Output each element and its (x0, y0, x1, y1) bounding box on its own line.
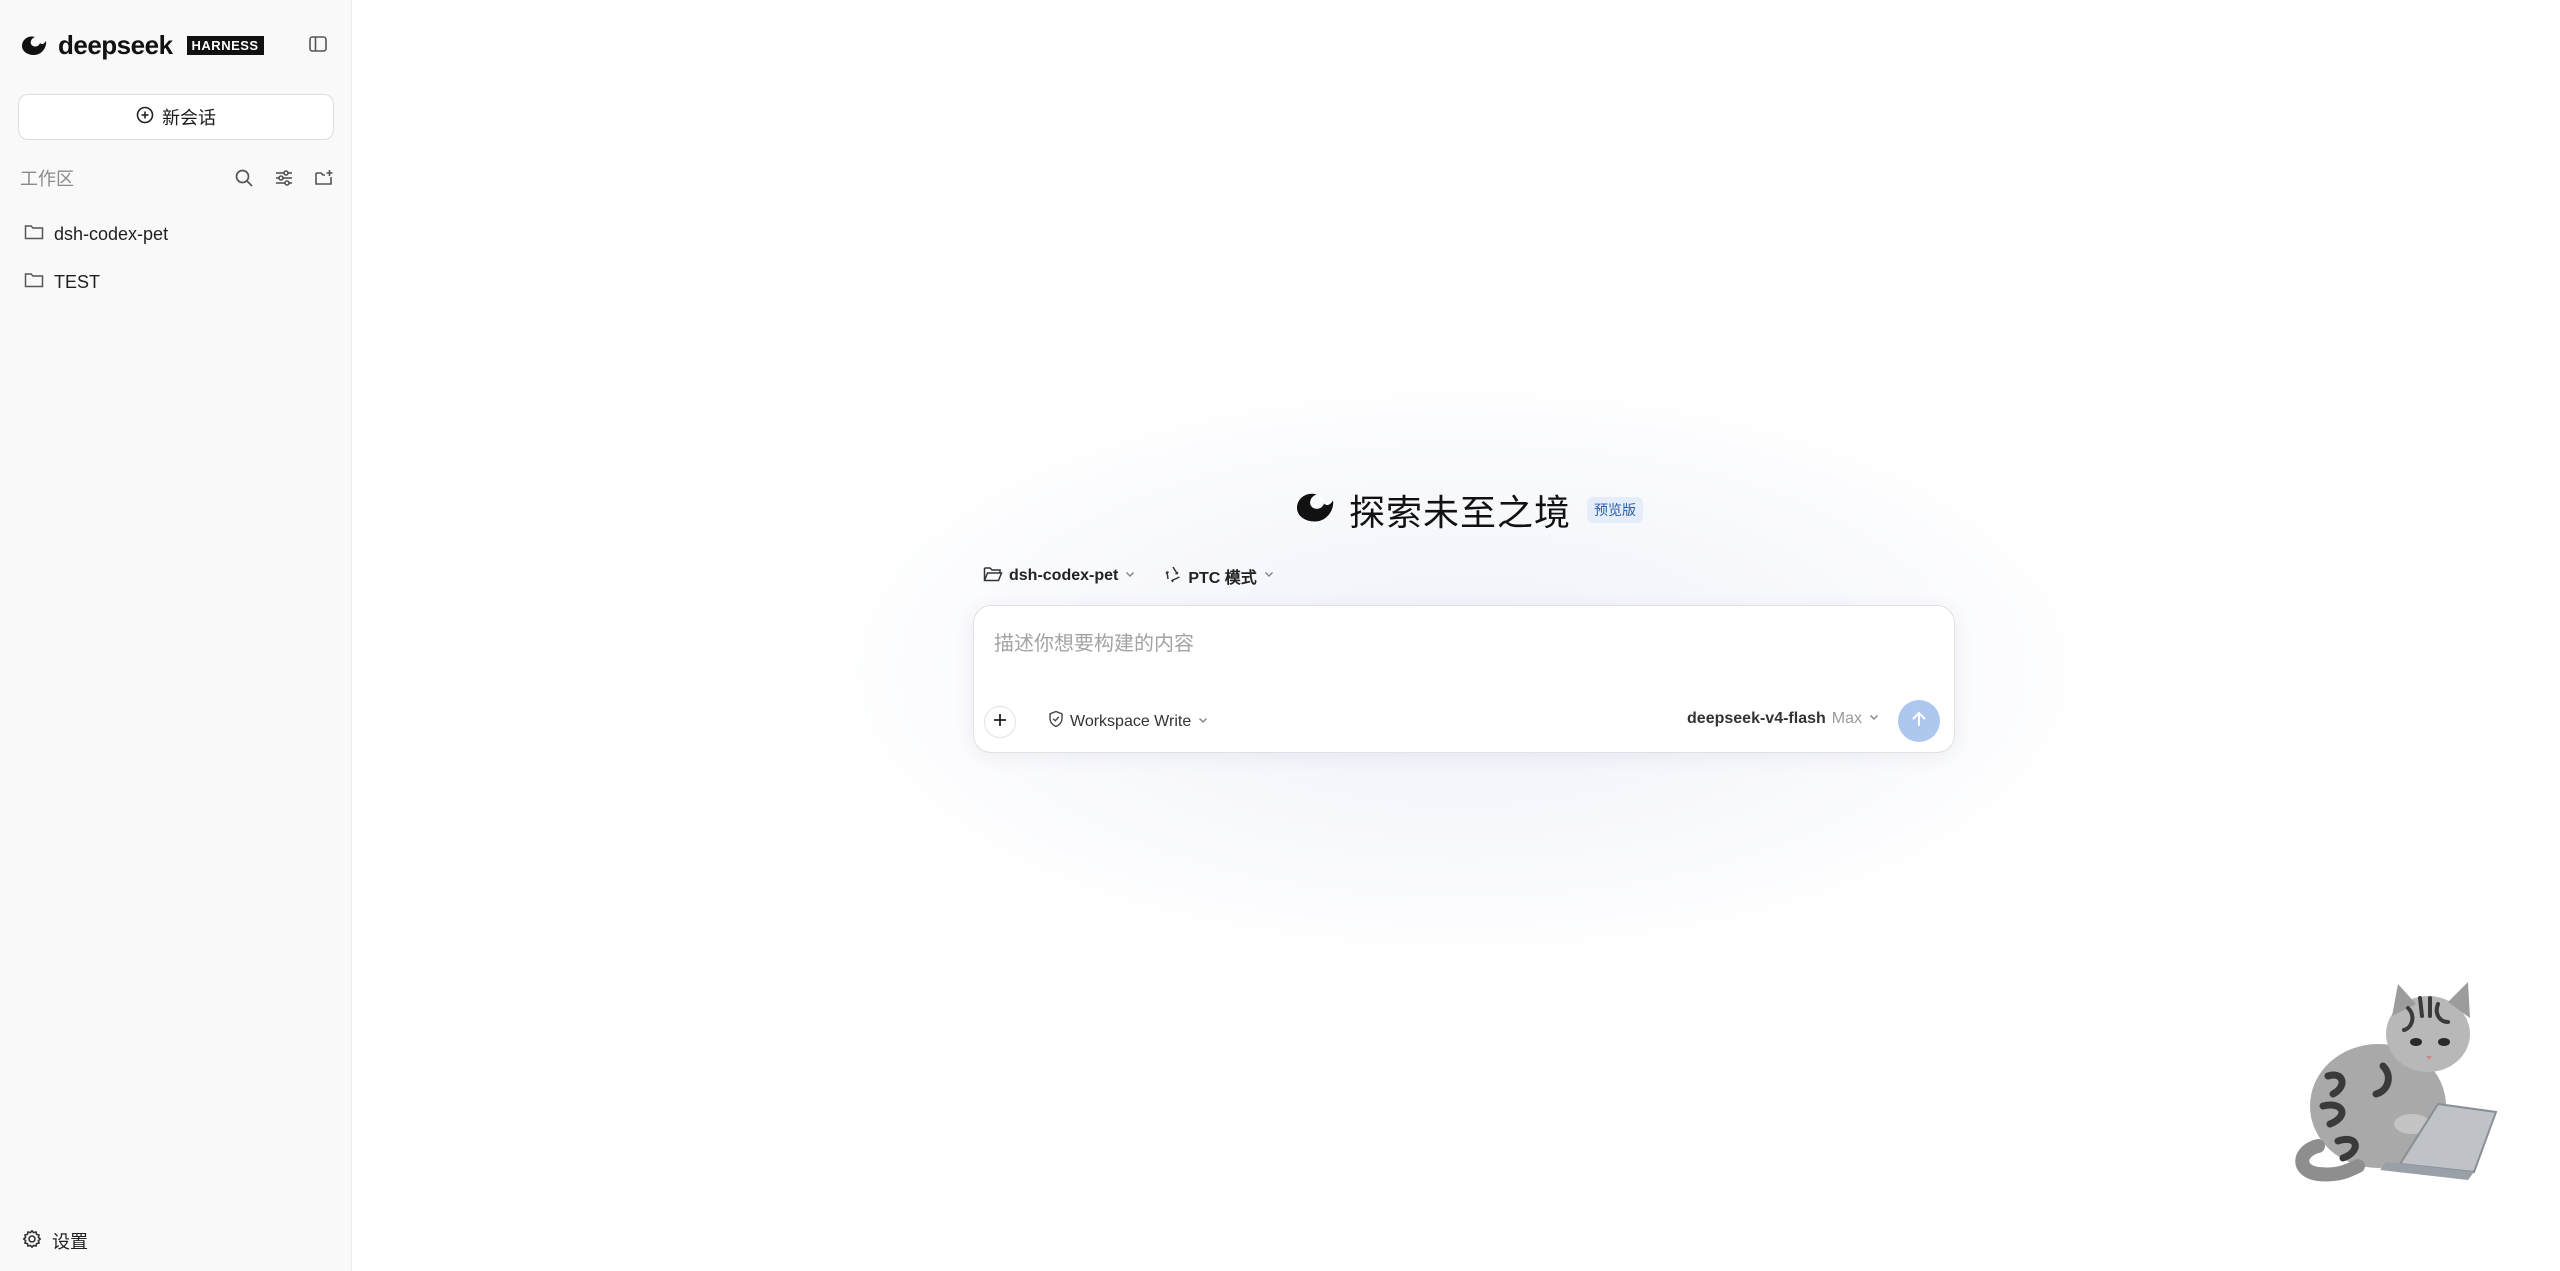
arrow-up-icon (1909, 709, 1929, 734)
folder-icon (24, 223, 44, 246)
workspace-item-label: TEST (54, 271, 101, 292)
plus-circle-icon (136, 106, 154, 129)
context-row: dsh-codex-pet PTC 模式 (983, 564, 1275, 588)
brand-name: deepseek (58, 30, 173, 60)
workspace-title: 工作区 (20, 169, 74, 189)
chevron-down-icon (1124, 567, 1136, 585)
recycle-mode-icon (1164, 565, 1182, 588)
sidebar-toggle-icon[interactable] (306, 32, 330, 56)
prompt-input[interactable] (994, 624, 1894, 664)
model-selector[interactable]: deepseek-v4-flash Max (1687, 710, 1880, 728)
settings-label: 设置 (52, 1232, 88, 1252)
model-name: deepseek-v4-flash (1687, 710, 1826, 727)
filter-sliders-icon[interactable] (272, 166, 296, 190)
sidebar: deepseek HARNESS 新会话 工作区 dsh-codex-pet T… (0, 0, 352, 1271)
search-icon[interactable] (232, 166, 256, 190)
model-level: Max (1831, 710, 1862, 727)
chevron-down-icon (1868, 710, 1880, 728)
workspace-item-label: dsh-codex-pet (54, 223, 169, 244)
permission-label: Workspace Write (1070, 712, 1192, 730)
folder-icon (24, 271, 44, 294)
plus-icon (992, 712, 1008, 733)
gear-icon (22, 1229, 42, 1254)
main-area: 探索未至之境 预览版 dsh-codex-pet PTC 模式 描述你想要构建的… (353, 0, 2560, 1271)
preview-badge: 预览版 (1587, 497, 1644, 523)
brand: deepseek HARNESS (20, 30, 264, 61)
hero-title: 探索未至之境 (1349, 492, 1572, 533)
whale-logo-icon (20, 32, 48, 60)
add-attachment-button[interactable] (984, 706, 1016, 738)
permission-selector[interactable]: Workspace Write (1048, 710, 1209, 733)
cat-laptop-mascot[interactable] (2288, 976, 2508, 1188)
brand-badge: HARNESS (186, 36, 264, 55)
hero: 探索未至之境 预览版 (1293, 484, 1644, 536)
workspace-item-dsh-codex-pet[interactable]: dsh-codex-pet (20, 210, 336, 258)
send-button[interactable] (1898, 700, 1940, 742)
workspace-item-test[interactable]: TEST (20, 258, 336, 306)
settings-button[interactable]: 设置 (22, 1228, 88, 1254)
folder-open-icon (983, 565, 1003, 588)
add-folder-icon[interactable] (312, 166, 336, 190)
project-selector[interactable]: dsh-codex-pet (983, 565, 1136, 588)
new-chat-button[interactable]: 新会话 (18, 94, 334, 140)
composer: Workspace Write deepseek-v4-flash Max (973, 605, 1955, 753)
chevron-down-icon (1263, 567, 1275, 585)
mode-selector-label: PTC 模式 (1188, 570, 1257, 587)
new-chat-label: 新会话 (162, 108, 216, 128)
whale-logo-icon (1293, 490, 1337, 531)
shield-check-icon (1048, 710, 1064, 733)
mode-selector[interactable]: PTC 模式 (1164, 564, 1274, 588)
chevron-down-icon (1197, 713, 1209, 731)
workspace-header: 工作区 (20, 164, 336, 192)
workspace-list: dsh-codex-pet TEST (20, 210, 336, 306)
project-selector-label: dsh-codex-pet (1009, 567, 1119, 584)
